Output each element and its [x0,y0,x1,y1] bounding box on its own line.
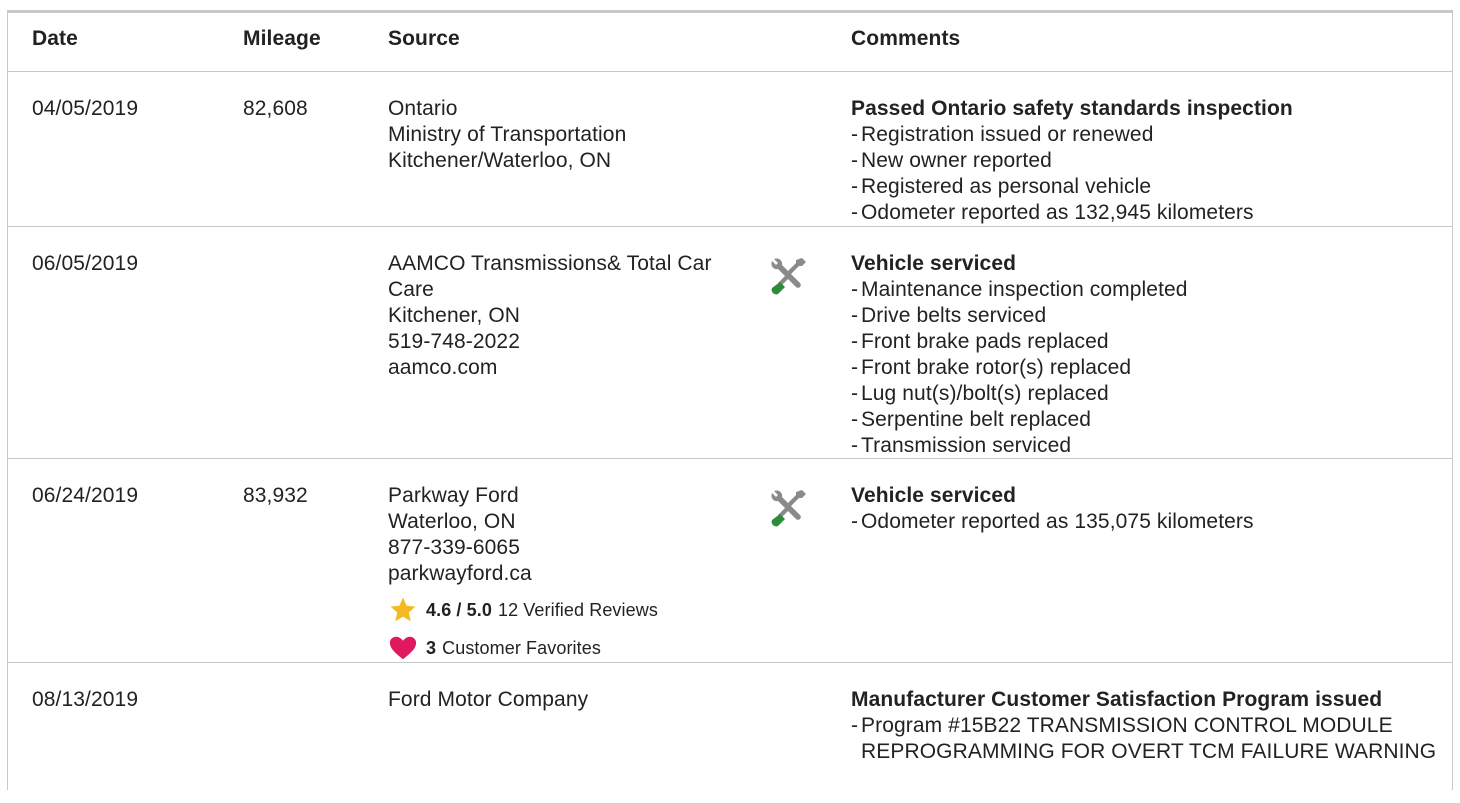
vehicle-history-table: Date Mileage Source Comments 04/05/2019 … [7,10,1453,790]
comment-item: Drive belts serviced [851,303,1451,329]
source-line: 877-339-6065 [388,536,520,559]
table-row: 06/05/2019 AAMCO Transmissions& Total Ca… [8,227,1452,459]
comment-item: Lug nut(s)/bolt(s) replaced [851,381,1451,407]
comment-item: Transmission serviced [851,433,1451,459]
comment-item: Front brake rotor(s) replaced [851,355,1451,381]
table-row: 06/24/2019 83,932 Parkway Ford Waterloo,… [8,459,1452,663]
table-row: 08/13/2019 Ford Motor Company Manufactur… [8,663,1452,803]
comment-item: Maintenance inspection completed [851,277,1451,303]
heart-icon [388,633,418,663]
header-source: Source [388,27,460,50]
source-line: Ministry of Transportation [388,123,627,146]
source-line: parkwayford.ca [388,562,532,585]
source-line: Waterloo, ON [388,510,516,533]
source-line: AAMCO Transmissions& Total Car Care [388,252,712,301]
favorites-count: 3 [426,638,437,658]
comment-title: Vehicle serviced [851,252,1017,275]
star-icon [388,595,418,625]
rating-score: 4.6 / 5.0 [426,600,492,620]
record-comments: Vehicle serviced Odometer reported as 13… [851,483,1451,535]
header-mileage: Mileage [243,27,321,50]
comment-item: Serpentine belt replaced [851,407,1451,433]
record-source: Ford Motor Company [388,687,758,713]
source-line: Kitchener/Waterloo, ON [388,149,612,172]
comment-item: New owner reported [851,148,1451,174]
record-mileage: 83,932 [243,484,308,507]
record-date: 06/24/2019 [32,484,139,507]
comment-title: Passed Ontario safety standards inspecti… [851,97,1293,120]
source-line: Ontario [388,97,458,120]
record-date: 04/05/2019 [32,97,139,120]
record-source: Parkway Ford Waterloo, ON 877-339-6065 p… [388,483,758,663]
table-row: 04/05/2019 82,608 Ontario Ministry of Tr… [8,72,1452,227]
customer-favorites[interactable]: 3 Customer Favorites [388,633,758,663]
comment-item: Odometer reported as 132,945 kilometers [851,200,1451,226]
record-date: 08/13/2019 [32,688,139,711]
record-mileage: 82,608 [243,97,308,120]
comment-item: Front brake pads replaced [851,329,1451,355]
source-line: Ford Motor Company [388,688,589,711]
source-line: 519-748-2022 [388,330,520,353]
source-line: Parkway Ford [388,484,519,507]
record-source: Ontario Ministry of Transportation Kitch… [388,96,758,174]
service-tools-icon [766,253,810,297]
rating-reviews: 12 Verified Reviews [497,600,658,620]
header-comments: Comments [851,27,961,50]
shop-rating[interactable]: 4.6 / 5.0 12 Verified Reviews [388,595,758,625]
comment-item: Program #15B22 TRANSMISSION CONTROL MODU… [851,713,1441,765]
source-line: Kitchener, ON [388,304,521,327]
comment-title: Manufacturer Customer Satisfaction Progr… [851,688,1383,711]
table-header: Date Mileage Source Comments [8,13,1452,72]
comment-item: Registered as personal vehicle [851,174,1451,200]
source-line: aamco.com [388,356,498,379]
comment-item: Odometer reported as 135,075 kilometers [851,509,1451,535]
record-comments: Manufacturer Customer Satisfaction Progr… [851,687,1451,765]
record-comments: Vehicle serviced Maintenance inspection … [851,251,1451,459]
record-source: AAMCO Transmissions& Total Car Care Kitc… [388,251,758,381]
record-date: 06/05/2019 [32,252,139,275]
favorites-label: Customer Favorites [442,638,601,658]
record-comments: Passed Ontario safety standards inspecti… [851,96,1451,226]
service-tools-icon [766,485,810,529]
comment-item: Registration issued or renewed [851,122,1451,148]
header-date: Date [32,27,78,50]
comment-title: Vehicle serviced [851,484,1017,507]
